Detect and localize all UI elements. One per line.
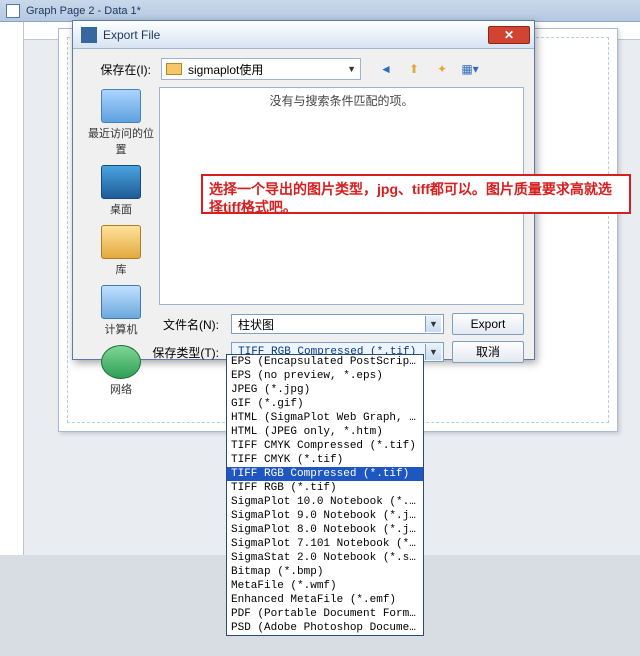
savetype-option[interactable]: PDF (Portable Document Format, *.pdf) <box>227 607 423 621</box>
savetype-option[interactable]: EPS (Encapsulated PostScript, *.eps) <box>227 355 423 369</box>
chevron-down-icon: ▼ <box>347 64 356 74</box>
save-in-folder-name: sigmaplot使用 <box>188 61 263 78</box>
cancel-button[interactable]: 取消 <box>452 341 524 363</box>
parent-window-titlebar: Graph Page 2 - Data 1* <box>0 0 640 22</box>
places-desktop-label: 桌面 <box>86 201 156 217</box>
savetype-option[interactable]: JPEG (*.jpg) <box>227 383 423 397</box>
savetype-option[interactable]: SigmaPlot 7.101 Notebook (*.jnb) <box>227 537 423 551</box>
savetype-option[interactable]: TIFF RGB (*.tif) <box>227 481 423 495</box>
savetype-dropdown-list[interactable]: EPS (Encapsulated PostScript, *.eps)EPS … <box>226 354 424 636</box>
savetype-option[interactable]: TIFF CMYK (*.tif) <box>227 453 423 467</box>
savetype-option[interactable]: SigmaStat 2.0 Notebook (*.snb) <box>227 551 423 565</box>
recent-icon <box>101 89 141 123</box>
chevron-down-icon[interactable]: ▼ <box>425 344 441 360</box>
places-library[interactable]: 库 <box>86 225 156 277</box>
places-recent[interactable]: 最近访问的位置 <box>86 89 156 157</box>
folder-icon <box>166 63 182 75</box>
savetype-option[interactable]: Enhanced MetaFile (*.emf) <box>227 593 423 607</box>
back-icon[interactable]: ◄ <box>377 60 395 78</box>
places-library-label: 库 <box>86 261 156 277</box>
save-in-combo[interactable]: sigmaplot使用 ▼ <box>161 58 361 80</box>
desktop-icon <box>101 165 141 199</box>
places-bar: 最近访问的位置 桌面 库 计算机 网络 <box>83 87 159 305</box>
save-in-label: 保存在(I): <box>83 61 155 78</box>
export-button[interactable]: Export <box>452 313 524 335</box>
close-button[interactable]: ✕ <box>488 26 530 44</box>
no-match-text: 没有与搜索条件匹配的项。 <box>160 92 523 109</box>
savetype-option[interactable]: Bitmap (*.bmp) <box>227 565 423 579</box>
document-icon <box>6 4 20 18</box>
library-icon <box>101 225 141 259</box>
savetype-option[interactable]: TIFF RGB Compressed (*.tif) <box>227 467 423 481</box>
view-menu-icon[interactable]: ▦▾ <box>461 60 479 78</box>
savetype-option[interactable]: EPS (no preview, *.eps) <box>227 369 423 383</box>
savetype-label: 保存类型(T): <box>83 344 223 361</box>
filename-label: 文件名(N): <box>83 316 223 333</box>
savetype-option[interactable]: MetaFile (*.wmf) <box>227 579 423 593</box>
savetype-option[interactable]: HTML (JPEG only, *.htm) <box>227 425 423 439</box>
places-recent-label: 最近访问的位置 <box>86 125 156 157</box>
app-icon <box>81 27 97 43</box>
dialog-titlebar[interactable]: Export File ✕ <box>73 21 534 49</box>
annotation-callout: 选择一个导出的图片类型，jpg、tiff都可以。图片质量要求高就选择tiff格式… <box>201 174 631 214</box>
places-network-label: 网络 <box>86 381 156 397</box>
new-folder-icon[interactable]: ✦ <box>433 60 451 78</box>
savetype-option[interactable]: SigmaPlot 8.0 Notebook (*.jnb) <box>227 523 423 537</box>
up-one-level-icon[interactable]: ⬆ <box>405 60 423 78</box>
savetype-option[interactable]: TIFF CMYK Compressed (*.tif) <box>227 439 423 453</box>
vertical-ruler <box>0 22 24 555</box>
parent-window-title: Graph Page 2 - Data 1* <box>26 5 141 17</box>
chevron-down-icon[interactable]: ▼ <box>425 316 441 332</box>
savetype-option[interactable]: SigmaPlot 9.0 Notebook (*.jnb) <box>227 509 423 523</box>
filename-input[interactable]: 柱状图 ▼ <box>231 314 444 334</box>
places-desktop[interactable]: 桌面 <box>86 165 156 217</box>
savetype-option[interactable]: PSD (Adobe Photoshop Document, *.psd) <box>227 621 423 635</box>
savetype-option[interactable]: SigmaPlot 10.0 Notebook (*.jnb) <box>227 495 423 509</box>
savetype-option[interactable]: HTML (SigmaPlot Web Graph, *.htm) <box>227 411 423 425</box>
savetype-option[interactable]: GIF (*.gif) <box>227 397 423 411</box>
dialog-title: Export File <box>103 28 488 42</box>
filename-value: 柱状图 <box>238 316 274 333</box>
